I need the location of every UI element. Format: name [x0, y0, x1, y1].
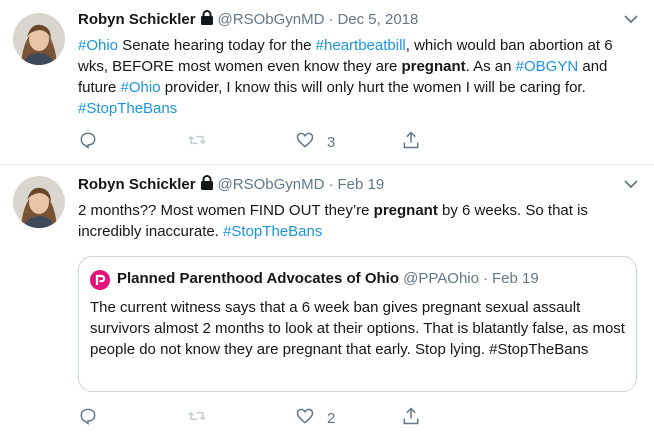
retweet-icon — [187, 406, 207, 430]
share-icon — [401, 130, 421, 154]
tweet-date[interactable]: Feb 19 — [337, 176, 384, 193]
separator: · — [328, 176, 334, 193]
hashtag-link[interactable]: #StopTheBans — [78, 100, 177, 117]
quoted-tweet-date: Feb 19 — [491, 270, 539, 287]
like-button[interactable]: 3 — [295, 131, 335, 153]
tweet-text: 2 months?? Most women FIND OUT they’re p… — [78, 200, 638, 242]
text-segment: Senate hearing today for the — [118, 37, 316, 54]
like-button[interactable]: 2 — [295, 407, 335, 429]
tweet[interactable]: Robyn Schickler @RSObGynMD · Feb 19 2 month… — [0, 165, 654, 432]
quoted-tweet-header: Planned Parenthood Advocates of Ohio @PP… — [117, 269, 539, 289]
chevron-down-icon[interactable] — [624, 11, 638, 27]
tweet-actions: 3 — [78, 131, 421, 153]
hashtag-link[interactable]: #Ohio — [78, 37, 118, 54]
avatar[interactable] — [13, 176, 65, 228]
like-count: 3 — [327, 133, 336, 151]
share-button[interactable] — [401, 407, 421, 429]
ppa-logo-icon — [90, 270, 110, 290]
separator: · — [328, 11, 334, 28]
text-segment: provider, I know this will only hurt the… — [160, 79, 586, 96]
hashtag-link[interactable]: #StopTheBans — [223, 223, 322, 240]
tweet-text: #Ohio Senate hearing today for the #hear… — [78, 35, 638, 119]
tweet-date[interactable]: Dec 5, 2018 — [337, 11, 418, 28]
quoted-author-name[interactable]: Planned Parenthood Advocates of Ohio — [117, 270, 399, 287]
author-name[interactable]: Robyn Schickler — [78, 11, 196, 28]
reply-icon — [78, 130, 98, 154]
tweet-header: Robyn Schickler @RSObGynMD · Feb 19 — [78, 175, 384, 197]
avatar[interactable] — [13, 13, 65, 65]
like-icon — [295, 130, 315, 154]
hashtag-link[interactable]: #OBGYN — [516, 58, 579, 75]
tweet-actions: 2 — [78, 407, 421, 429]
like-count: 2 — [327, 409, 336, 427]
chevron-down-icon[interactable] — [624, 176, 638, 192]
tweet[interactable]: Robyn Schickler @RSObGynMD · Dec 5, 2018 #O… — [0, 0, 654, 165]
author-handle[interactable]: @RSObGynMD — [218, 176, 325, 193]
quoted-tweet[interactable]: Planned Parenthood Advocates of Ohio @PP… — [78, 256, 637, 392]
text-segment: 2 months?? Most women FIND OUT they’re — [78, 202, 374, 219]
tweet-header: Robyn Schickler @RSObGynMD · Dec 5, 2018 — [78, 10, 418, 32]
reply-button[interactable] — [78, 407, 110, 429]
retweet-button[interactable] — [187, 131, 219, 153]
highlighted-term: pregnant — [401, 58, 466, 75]
highlighted-term: pregnant — [373, 202, 438, 219]
share-button[interactable] — [401, 131, 421, 153]
quoted-tweet-text: The current witness says that a 6 week b… — [90, 299, 625, 358]
lock-icon — [200, 10, 214, 32]
separator: · — [482, 270, 488, 287]
lock-icon — [200, 175, 214, 197]
text-segment: . As an — [465, 58, 516, 75]
author-name[interactable]: Robyn Schickler — [78, 176, 196, 193]
hashtag-link[interactable]: #heartbeatbill — [316, 37, 406, 54]
share-icon — [401, 406, 421, 430]
retweet-button[interactable] — [187, 407, 219, 429]
quoted-author-handle[interactable]: @PPAOhio — [403, 270, 479, 287]
like-icon — [295, 406, 315, 430]
reply-icon — [78, 406, 98, 430]
hashtag-link[interactable]: #Ohio — [121, 79, 161, 96]
reply-button[interactable] — [78, 131, 110, 153]
author-handle[interactable]: @RSObGynMD — [218, 11, 325, 28]
retweet-icon — [187, 130, 207, 154]
